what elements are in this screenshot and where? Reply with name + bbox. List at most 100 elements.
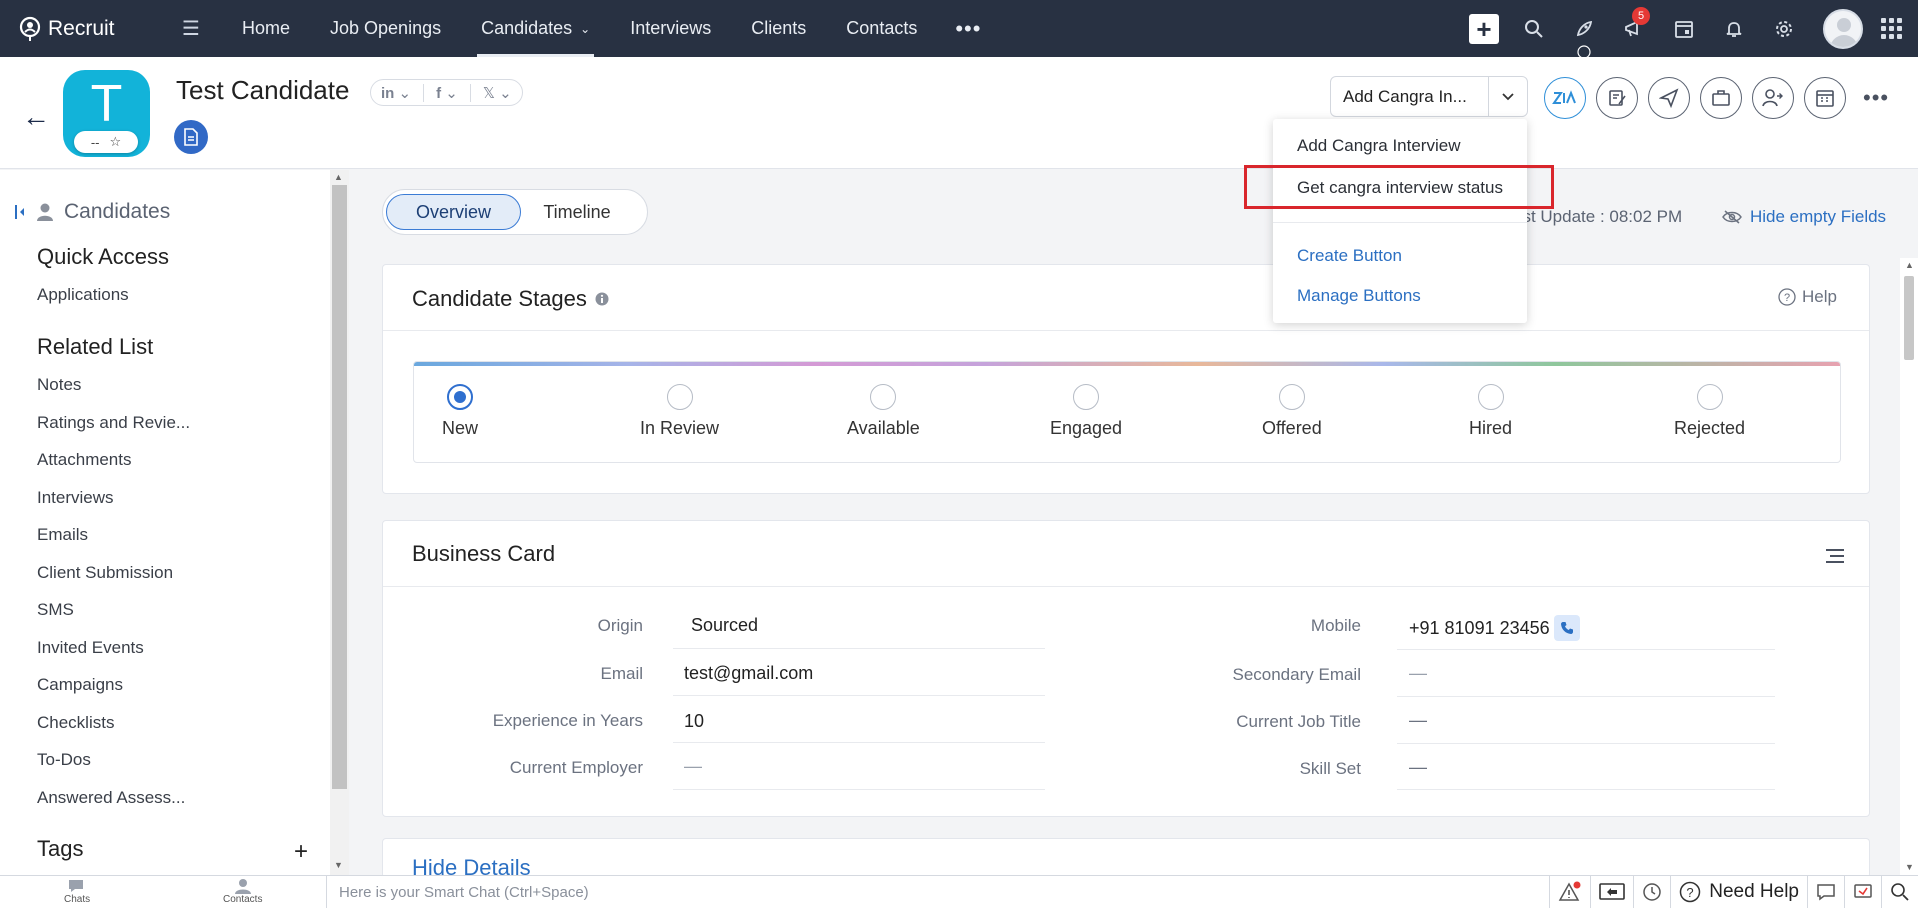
sidebar-item-notes[interactable]: Notes bbox=[37, 375, 81, 395]
rocket-icon[interactable] bbox=[1559, 0, 1609, 59]
sidebar-item-attachments[interactable]: Attachments bbox=[37, 450, 132, 470]
scroll-down-arrow-icon[interactable]: ▼ bbox=[334, 860, 343, 870]
menu-link-create-button[interactable]: Create Button bbox=[1297, 246, 1402, 266]
briefcase-icon[interactable] bbox=[1700, 77, 1742, 119]
bell-icon[interactable] bbox=[1709, 0, 1759, 57]
card-menu-icon[interactable] bbox=[1825, 548, 1845, 569]
alert-icon[interactable] bbox=[1549, 876, 1590, 908]
apps-grid-icon[interactable] bbox=[1881, 18, 1902, 39]
edit-note-icon[interactable] bbox=[1596, 77, 1638, 119]
stage-radio[interactable] bbox=[1073, 384, 1100, 410]
stage-label: New bbox=[442, 418, 479, 438]
hide-empty-fields-link[interactable]: Hide empty Fields bbox=[1722, 207, 1886, 227]
nav-contacts[interactable]: Contacts bbox=[826, 0, 937, 57]
field-value-current-employer[interactable]: — bbox=[684, 756, 702, 777]
send-icon[interactable] bbox=[1648, 77, 1690, 119]
assign-user-icon[interactable] bbox=[1752, 77, 1794, 119]
field-value-current-job-title[interactable]: — bbox=[1409, 710, 1427, 731]
menu-item-add-cangra-interview[interactable]: Add Cangra Interview bbox=[1297, 136, 1460, 156]
chats-button[interactable]: Chats bbox=[64, 878, 90, 905]
nav-job-openings[interactable]: Job Openings bbox=[310, 0, 461, 57]
menu-link-manage-buttons[interactable]: Manage Buttons bbox=[1297, 286, 1421, 306]
collapse-sidebar-icon[interactable] bbox=[14, 203, 26, 221]
nav-more-icon[interactable]: ••• bbox=[937, 16, 999, 42]
stage-hired[interactable]: Hired bbox=[1469, 384, 1512, 439]
chevron-down-icon[interactable] bbox=[1489, 77, 1527, 116]
sidebar-scrollbar[interactable]: ▲ ▼ bbox=[330, 170, 349, 875]
sidebar-item-invited-events[interactable]: Invited Events bbox=[37, 638, 144, 658]
linkedin-icon[interactable]: in ⌄ bbox=[381, 84, 411, 102]
sidebar-item-answered-assessments[interactable]: Answered Assess... bbox=[37, 788, 185, 808]
field-value-mobile[interactable]: +91 81091 23456 bbox=[1409, 618, 1550, 639]
smart-chat-input[interactable]: Here is your Smart Chat (Ctrl+Space) bbox=[326, 876, 1582, 908]
sidebar-item-applications[interactable]: Applications bbox=[37, 285, 129, 305]
stage-radio-selected[interactable] bbox=[447, 384, 473, 410]
field-value-skill-set[interactable]: — bbox=[1409, 757, 1427, 778]
sidebar-item-checklists[interactable]: Checklists bbox=[37, 713, 114, 733]
screen-share-icon[interactable] bbox=[1590, 876, 1633, 908]
stage-radio[interactable] bbox=[1477, 384, 1504, 410]
help-link[interactable]: ? Help bbox=[1778, 287, 1837, 307]
field-value-origin[interactable]: Sourced bbox=[691, 615, 758, 636]
stage-radio[interactable] bbox=[1278, 384, 1305, 410]
info-icon[interactable] bbox=[595, 292, 609, 306]
sidebar-item-interviews[interactable]: Interviews bbox=[37, 488, 114, 508]
contacts-button[interactable]: Contacts bbox=[223, 878, 262, 905]
stage-available[interactable]: Available bbox=[847, 384, 920, 439]
nav-clients[interactable]: Clients bbox=[731, 0, 826, 57]
menu-icon[interactable]: ☰ bbox=[182, 16, 222, 41]
field-value-email[interactable]: test@gmail.com bbox=[684, 663, 813, 684]
stage-in-review[interactable]: In Review bbox=[640, 384, 719, 439]
x-twitter-icon[interactable]: 𝕏 ⌄ bbox=[483, 84, 512, 102]
more-options-icon[interactable]: ••• bbox=[1863, 85, 1889, 111]
schedule-icon[interactable] bbox=[1804, 77, 1846, 119]
tab-timeline[interactable]: Timeline bbox=[521, 194, 633, 230]
phone-call-icon[interactable] bbox=[1553, 615, 1580, 641]
main-scroll-thumb[interactable] bbox=[1904, 276, 1914, 360]
gear-icon[interactable] bbox=[1759, 0, 1809, 57]
sidebar-item-client-submission[interactable]: Client Submission bbox=[37, 563, 173, 583]
scroll-down-arrow-icon[interactable]: ▼ bbox=[1905, 862, 1914, 872]
add-cangra-interview-button[interactable]: Add Cangra In... bbox=[1331, 77, 1489, 116]
stage-engaged[interactable]: Engaged bbox=[1050, 384, 1122, 439]
bug-report-icon[interactable] bbox=[1844, 876, 1881, 908]
scroll-up-arrow-icon[interactable]: ▲ bbox=[334, 172, 343, 182]
back-arrow-icon[interactable]: ← bbox=[22, 101, 50, 133]
avatar-rating-pill[interactable]: -- ☆ bbox=[74, 131, 138, 153]
scroll-up-arrow-icon[interactable]: ▲ bbox=[1905, 260, 1914, 270]
sidebar-scroll-thumb[interactable] bbox=[332, 185, 347, 789]
sidebar-item-emails[interactable]: Emails bbox=[37, 525, 88, 545]
stage-new[interactable]: New bbox=[442, 384, 478, 439]
announcement-icon[interactable]: 5 bbox=[1609, 0, 1659, 57]
need-help-button[interactable]: ? Need Help bbox=[1670, 876, 1807, 908]
stage-radio[interactable] bbox=[870, 384, 897, 410]
search-icon[interactable] bbox=[1881, 876, 1918, 908]
calendar-icon[interactable] bbox=[1659, 0, 1709, 57]
add-tag-icon[interactable]: + bbox=[294, 838, 308, 866]
tab-overview[interactable]: Overview bbox=[386, 194, 521, 230]
app-logo[interactable]: Recruit bbox=[18, 16, 166, 42]
stage-rejected[interactable]: Rejected bbox=[1674, 384, 1745, 439]
quick-create-button[interactable]: + bbox=[1459, 0, 1509, 57]
sidebar-module-header[interactable]: Candidates bbox=[14, 200, 170, 224]
search-icon[interactable] bbox=[1509, 0, 1559, 57]
stage-offered[interactable]: Offered bbox=[1262, 384, 1322, 439]
stage-radio[interactable] bbox=[1696, 384, 1723, 410]
sidebar-item-ratings[interactable]: Ratings and Revie... bbox=[37, 413, 190, 433]
nav-interviews[interactable]: Interviews bbox=[610, 0, 731, 57]
field-value-secondary-email[interactable]: — bbox=[1409, 663, 1427, 684]
field-value-experience[interactable]: 10 bbox=[684, 711, 704, 732]
main-scrollbar[interactable]: ▲ ▼ bbox=[1900, 258, 1918, 875]
zia-icon[interactable] bbox=[1544, 77, 1586, 119]
stage-radio[interactable] bbox=[666, 384, 693, 410]
user-avatar[interactable] bbox=[1823, 8, 1863, 49]
sidebar-item-campaigns[interactable]: Campaigns bbox=[37, 675, 123, 695]
nav-home[interactable]: Home bbox=[222, 0, 310, 57]
facebook-icon[interactable]: f ⌄ bbox=[436, 84, 458, 102]
history-icon[interactable] bbox=[1633, 876, 1670, 908]
sidebar-item-todos[interactable]: To-Dos bbox=[37, 750, 91, 770]
resume-document-icon[interactable] bbox=[174, 120, 208, 154]
chat-icon[interactable] bbox=[1807, 876, 1844, 908]
sidebar-item-sms[interactable]: SMS bbox=[37, 600, 74, 620]
nav-candidates[interactable]: Candidates ⌄ bbox=[461, 0, 610, 57]
